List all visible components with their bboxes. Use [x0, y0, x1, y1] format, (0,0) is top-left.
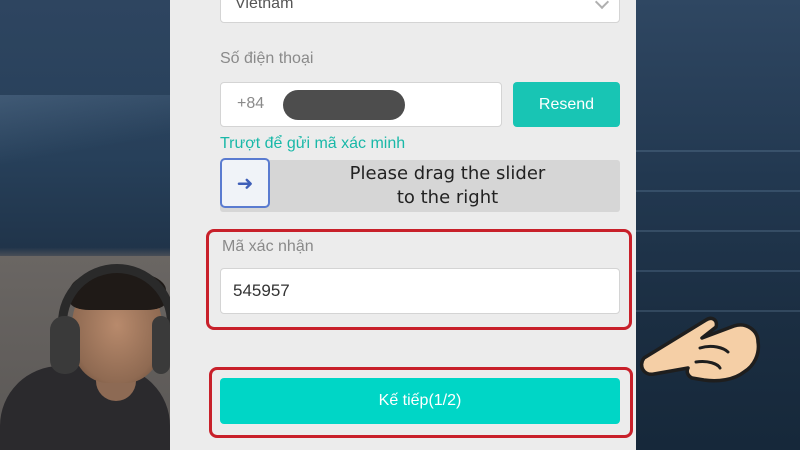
slider-track: ➜ Please drag the slider to the right — [220, 158, 620, 212]
slide-hint-text: Trượt để gửi mã xác minh — [220, 135, 406, 152]
pointing-hand-icon — [639, 316, 761, 383]
phone-number-redacted — [283, 90, 405, 120]
background-step — [636, 150, 800, 152]
webcam-overlay — [0, 256, 170, 450]
phone-label: Số điện thoại — [220, 50, 314, 67]
arrow-right-icon: ➜ — [236, 172, 254, 195]
headphone-cup-left — [50, 316, 80, 374]
phone-prefix: +84 — [237, 95, 265, 112]
background-step — [636, 270, 800, 272]
background-light-stripe — [0, 95, 170, 165]
slider-instruction: Please drag the slider to the right — [275, 162, 620, 210]
resend-button[interactable]: Resend — [513, 82, 620, 127]
background-step — [636, 190, 800, 192]
person-body — [0, 366, 170, 450]
slider-instruction-line1: Please drag the slider — [349, 163, 546, 184]
background-step — [636, 230, 800, 232]
country-select[interactable]: Vietnam — [220, 0, 620, 23]
headphone-cup-right — [152, 316, 170, 374]
verification-highlight-box — [206, 229, 632, 330]
phone-input[interactable]: +84 — [220, 82, 502, 127]
slider-instruction-line2: to the right — [396, 187, 499, 208]
country-select-value: Vietnam — [235, 0, 294, 12]
chevron-down-icon — [594, 0, 610, 10]
next-button-highlight-box — [209, 367, 633, 438]
slider-handle[interactable]: ➜ — [220, 158, 270, 208]
